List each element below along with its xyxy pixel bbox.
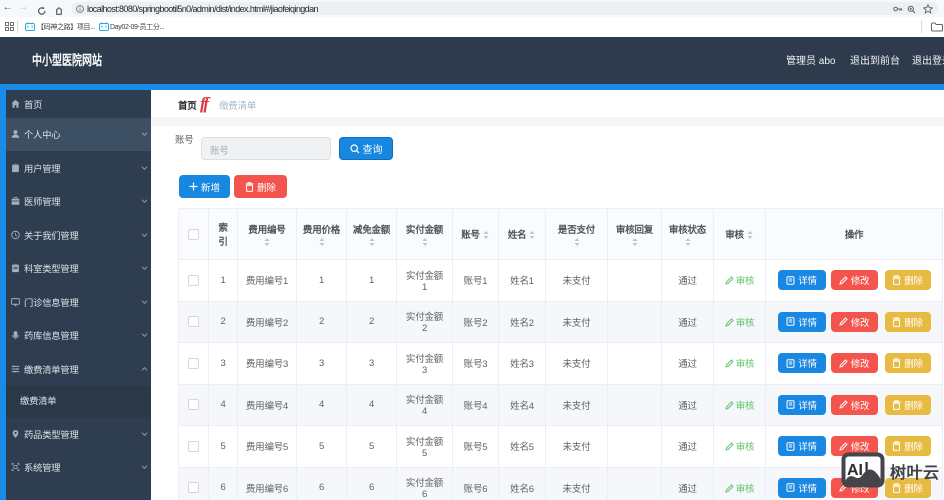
svg-text:AI: AI: [847, 462, 863, 479]
